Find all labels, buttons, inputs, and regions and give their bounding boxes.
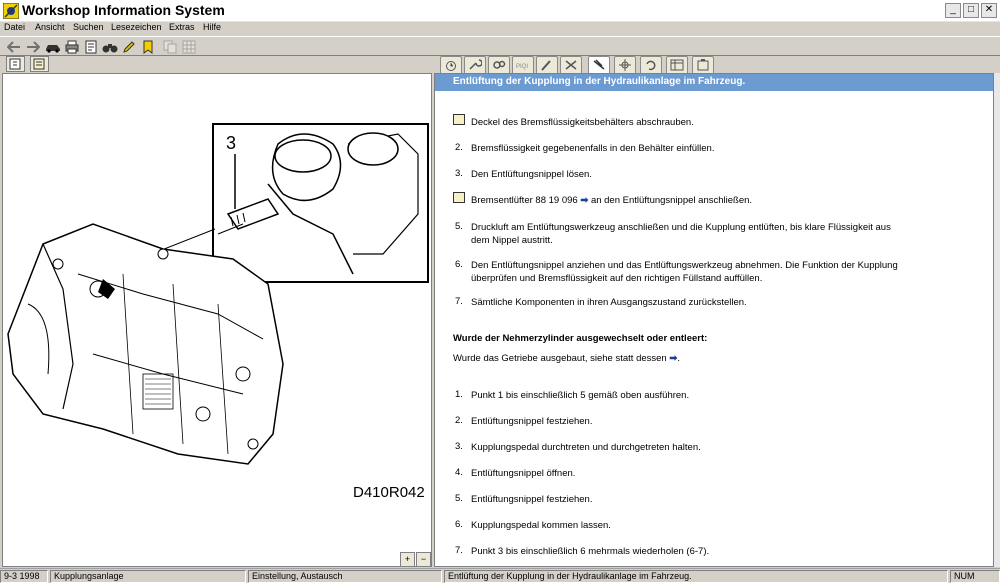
list2-step-2: Entlüftungsnippel festziehen. — [471, 416, 593, 427]
link-arrow-icon[interactable]: ➡ — [580, 195, 588, 206]
list2-step-4: Entlüftungsnippel öffnen. — [471, 468, 576, 479]
window-title: Workshop Information System — [22, 2, 225, 18]
list2-step-3: Kupplungspedal durchtreten und durchgetr… — [471, 442, 701, 453]
step-3-number: 3. — [455, 168, 463, 179]
figure-code: D410R042 — [353, 484, 425, 501]
list2-step-2-number: 2. — [455, 415, 463, 426]
clipboard-icon[interactable] — [692, 56, 714, 73]
status-numlock: NUM — [950, 570, 1000, 583]
step-5: Druckluft am Entlüftungswerkzeug anschli… — [471, 222, 891, 233]
secondary-toolbar: PIQI — [0, 56, 1000, 73]
list2-step-5-number: 5. — [455, 493, 463, 504]
menu-hilfe[interactable]: Hilfe — [203, 22, 221, 32]
callout-number: 3 — [226, 133, 236, 153]
list2-step-6: Kupplungspedal kommen lassen. — [471, 520, 611, 531]
minimize-button[interactable]: _ — [945, 3, 961, 18]
step-5-line2: dem Nippel austritt. — [471, 235, 553, 246]
list2-step-6-number: 6. — [455, 519, 463, 530]
list2-step-1: Punkt 1 bis einschließlich 5 gemäß oben … — [471, 390, 690, 401]
tree-view-button[interactable] — [6, 56, 25, 72]
print-icon[interactable] — [64, 39, 80, 55]
gears-icon[interactable] — [488, 56, 510, 73]
svg-text:PIQI: PIQI — [516, 64, 528, 70]
close-button[interactable]: ✕ — [981, 3, 997, 18]
back-arrow-icon[interactable] — [6, 39, 22, 55]
piqi-icon[interactable]: PIQI — [512, 56, 534, 73]
main-toolbar — [0, 36, 1000, 56]
list2-step-1-number: 1. — [455, 389, 463, 400]
crosshair-icon[interactable] — [614, 56, 636, 73]
step-4-text: Bremsentlüfter 88 19 096 — [471, 195, 578, 206]
pencil-icon[interactable] — [536, 56, 558, 73]
menu-extras[interactable]: Extras — [169, 22, 195, 32]
alarm-clock-icon[interactable] — [440, 56, 462, 73]
tool-note-icon — [453, 114, 465, 125]
pen-icon[interactable] — [121, 39, 137, 55]
status-topic: Entlüftung der Kupplung in der Hydraulik… — [444, 570, 948, 583]
step-6: Den Entlüftungsnippel anziehen und das E… — [471, 260, 898, 271]
title-bar: Workshop Information System _ □ ✕ — [0, 0, 1000, 22]
subheading: Wurde der Nehmerzylinder ausgewechselt o… — [453, 333, 708, 344]
zoom-out-button[interactable]: − — [416, 552, 431, 567]
step-4: Bremsentlüfter 88 19 096 ➡ an den Entlüf… — [471, 194, 752, 207]
copy-icon[interactable] — [162, 39, 178, 55]
list2-step-7-number: 7. — [455, 545, 463, 556]
step-2: Bremsflüssigkeit gegebenenfalls in den B… — [471, 143, 715, 154]
list-view-button[interactable] — [30, 56, 49, 72]
bookmark-icon[interactable] — [140, 39, 156, 55]
menu-datei[interactable]: Datei — [4, 22, 25, 32]
step-3: Den Entlüftungsnippel lösen. — [471, 169, 592, 180]
zoom-in-button[interactable]: + — [400, 552, 415, 567]
step-5-number: 5. — [455, 221, 463, 232]
step-7-number: 7. — [455, 296, 463, 307]
document-title: Entlüftung der Kupplung in der Hydraulik… — [435, 74, 993, 91]
document-pane: Entlüftung der Kupplung in der Hydraulik… — [434, 73, 994, 567]
note: Wurde das Getriebe ausgebaut, siehe stat… — [453, 353, 680, 364]
menu-ansicht[interactable]: Ansicht — [35, 22, 65, 32]
menu-bar: Datei Ansicht Suchen Lesezeichen Extras … — [0, 22, 1000, 36]
tab-active-tools[interactable] — [588, 56, 610, 73]
list2-step-4-number: 4. — [455, 467, 463, 478]
binoculars-icon[interactable] — [102, 39, 118, 55]
vertical-scrollbar[interactable] — [994, 73, 1000, 567]
illustration-pane: 3 D410R042 + − — [2, 73, 432, 567]
step-2-number: 2. — [455, 142, 463, 153]
note-end: . — [677, 353, 680, 364]
forward-arrow-icon[interactable] — [25, 39, 41, 55]
status-bar: 9-3 1998 Kupplungsanlage Einstellung, Au… — [0, 568, 1000, 583]
grid-icon[interactable] — [181, 39, 197, 55]
list2-step-3-number: 3. — [455, 441, 463, 452]
step-7: Sämtliche Komponenten in ihren Ausgangsz… — [471, 297, 747, 308]
zoom-controls: + − — [400, 552, 431, 567]
step-4-text-after: an den Entlüftungsnippel anschließen. — [590, 195, 753, 206]
app-logo-icon — [3, 3, 19, 19]
step-6-line2: überprüfen und Bremsflüssigkeit auf den … — [471, 273, 763, 284]
tools-icon[interactable] — [560, 56, 582, 73]
undo-icon[interactable] — [640, 56, 662, 73]
status-category: Einstellung, Austausch — [248, 570, 442, 583]
step-6-number: 6. — [455, 259, 463, 270]
status-group: Kupplungsanlage — [50, 570, 246, 583]
note-text: Wurde das Getriebe ausgebaut, siehe stat… — [453, 353, 667, 364]
list2-step-7: Punkt 3 bis einschließlich 6 mehrmals wi… — [471, 546, 710, 557]
wrench-icon[interactable] — [464, 56, 486, 73]
table-icon[interactable] — [666, 56, 688, 73]
document-icon[interactable] — [83, 39, 99, 55]
step-1: Deckel des Bremsflüssigkeitsbehälters ab… — [471, 117, 694, 128]
menu-lesezeichen[interactable]: Lesezeichen — [111, 22, 162, 32]
menu-suchen[interactable]: Suchen — [73, 22, 104, 32]
car-icon[interactable] — [45, 39, 61, 55]
tool-note-icon-2 — [453, 192, 465, 203]
status-model: 9-3 1998 — [0, 570, 48, 583]
list2-step-5: Entlüftungsnippel festziehen. — [471, 494, 593, 505]
gearbox-illustration: 3 — [7, 123, 429, 465]
maximize-button[interactable]: □ — [963, 3, 979, 18]
